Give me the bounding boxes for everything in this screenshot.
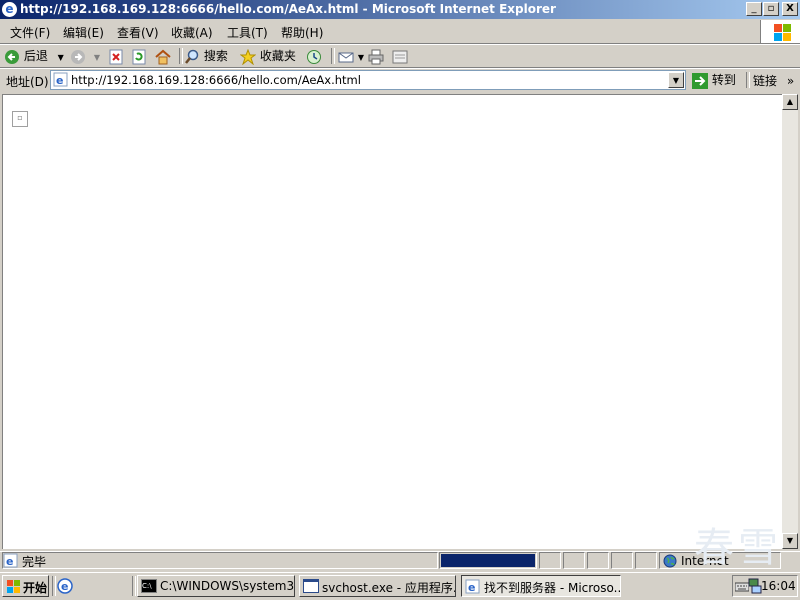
scroll-up-icon[interactable]: ▲ [782, 94, 798, 110]
print-button[interactable] [368, 47, 384, 65]
mail-button[interactable]: ▼ [338, 47, 364, 65]
go-arrow-icon [692, 72, 708, 89]
task-svchost-label: svchost.exe - 应用程序... [322, 581, 456, 595]
console-icon: C:\ [141, 579, 157, 593]
task-cmd-label: C:\WINDOWS\system32... [160, 579, 295, 593]
home-icon [155, 49, 171, 65]
mail-dropdown-icon[interactable]: ▼ [358, 53, 364, 62]
search-label: 搜索 [203, 49, 228, 63]
task-cmd[interactable]: C:\ C:\WINDOWS\system32... [137, 575, 295, 597]
window-title: http://192.168.169.128:6666/hello.com/Ae… [20, 2, 556, 16]
menu-view[interactable]: 查看(V) [117, 24, 159, 41]
forward-button[interactable]: ▼ [70, 47, 100, 65]
task-svchost[interactable]: svchost.exe - 应用程序... [299, 575, 456, 597]
ie-icon: e [2, 2, 17, 17]
windows-flag-icon [6, 579, 21, 594]
search-icon [184, 49, 200, 65]
links-label: 链接 [753, 74, 778, 88]
system-tray: 16:04 [732, 575, 798, 597]
star-icon [239, 48, 257, 65]
menu-favorites[interactable]: 收藏(A) [171, 24, 213, 41]
ie-task-icon: e [465, 579, 480, 594]
svg-text:e: e [61, 580, 68, 593]
keyboard-icon[interactable] [734, 579, 750, 593]
status-panel [563, 552, 585, 569]
links-button[interactable]: 链接 » [753, 72, 794, 89]
page-content[interactable] [2, 94, 782, 549]
toolbar-separator [179, 48, 183, 64]
status-main-panel [2, 552, 438, 569]
address-dropdown-icon[interactable]: ▼ [668, 72, 684, 88]
title-bar[interactable]: e http://192.168.169.128:6666/hello.com/… [0, 0, 800, 19]
vertical-scrollbar[interactable]: ▲ ▼ [782, 94, 798, 549]
address-separator [746, 72, 750, 88]
taskbar-separator [132, 576, 136, 596]
history-button[interactable] [306, 47, 322, 65]
back-arrow-icon [4, 49, 20, 65]
status-panel [587, 552, 609, 569]
network-icon[interactable] [748, 578, 762, 594]
menu-help[interactable]: 帮助(H) [281, 24, 323, 41]
refresh-button[interactable] [131, 47, 147, 65]
menu-tools[interactable]: 工具(T) [227, 24, 268, 41]
clock: 16:04 [761, 579, 796, 593]
scroll-down-icon[interactable]: ▼ [782, 533, 798, 549]
favorites-button[interactable]: 收藏夹 [239, 47, 296, 65]
progress-panel [439, 552, 537, 569]
edit-button[interactable] [392, 47, 408, 65]
back-button[interactable]: 后退 ▼ [4, 47, 64, 65]
favorites-label: 收藏夹 [259, 49, 296, 63]
stop-button[interactable] [108, 47, 124, 65]
address-label: 地址(D) [6, 75, 49, 89]
address-value: http://192.168.169.128:6666/hello.com/Ae… [71, 73, 361, 87]
back-label: 后退 [23, 49, 48, 63]
task-ie-label: 找不到服务器 - Microso... [484, 581, 621, 595]
go-button[interactable]: 转到 [692, 71, 736, 89]
address-input[interactable]: e http://192.168.169.128:6666/hello.com/… [50, 70, 686, 90]
refresh-icon [131, 49, 147, 65]
window-icon [303, 579, 319, 593]
menu-bar: 文件(F) 编辑(E) 查看(V) 收藏(A) 工具(T) 帮助(H) [0, 20, 800, 43]
menu-edit[interactable]: 编辑(E) [63, 24, 104, 41]
chevron-right-icon: » [786, 74, 795, 88]
forward-dropdown-icon[interactable]: ▼ [94, 53, 100, 62]
back-dropdown-icon[interactable]: ▼ [58, 53, 64, 62]
windows-logo-icon [760, 20, 800, 44]
broken-image-icon: ▫ [12, 111, 28, 127]
standard-toolbar: 后退 ▼ ▼ 搜索 收藏夹 ▼ [0, 45, 800, 67]
task-ie[interactable]: e 找不到服务器 - Microso... [461, 575, 621, 597]
history-icon [306, 49, 322, 65]
quicklaunch-ie-icon[interactable]: e [56, 577, 74, 595]
page-icon: e [53, 72, 68, 87]
go-label: 转到 [711, 73, 736, 87]
mail-icon [338, 49, 354, 65]
edit-page-icon [392, 49, 408, 65]
status-panel [539, 552, 561, 569]
progress-bar [441, 554, 535, 567]
watermark: 春雪 [694, 525, 782, 571]
svg-text:e: e [56, 74, 63, 87]
printer-icon [368, 49, 384, 65]
start-button[interactable]: 开始 [2, 575, 49, 597]
search-button[interactable]: 搜索 [184, 47, 228, 65]
minimize-button[interactable]: _ [746, 2, 762, 16]
stop-icon [108, 49, 124, 65]
menu-file[interactable]: 文件(F) [10, 24, 50, 41]
status-panel [611, 552, 633, 569]
home-button[interactable] [155, 47, 171, 65]
forward-arrow-icon [70, 49, 86, 65]
close-button[interactable]: X [782, 2, 798, 16]
svg-text:e: e [468, 581, 475, 594]
start-label: 开始 [23, 581, 48, 595]
toolbar-separator [331, 48, 335, 64]
restore-button[interactable]: ▫ [763, 2, 779, 16]
